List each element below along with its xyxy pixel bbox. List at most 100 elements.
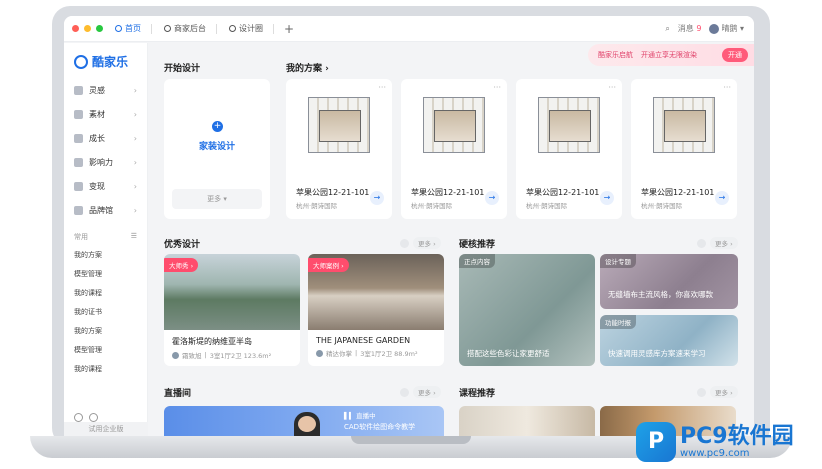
title-bar: 首页 商家后台 设计圈 + ⌕ 消息 9 晴鹅 ▾ [64,16,754,42]
more-options-icon[interactable]: ··· [723,83,731,92]
hardcore-card[interactable]: 正点内容 搭配这些色彩让家更舒适 [459,254,595,366]
live-card[interactable]: ▌▍ 直播中 CAD软件绘图命令教学 [164,406,444,436]
hardcore-tools: 更多 › [697,237,738,249]
excellent-tools: 更多 › [400,237,441,249]
more-options-icon[interactable]: ··· [378,83,386,92]
common-item-model-manage[interactable]: 模型管理 [64,265,147,284]
start-design-card: + 家装设计 更多 ▾ [164,79,270,219]
badge: 大师案例 › [308,258,349,272]
laptop-notch [351,436,471,444]
live-status: ▌▍ 直播中 [344,412,376,420]
tab-divider [273,23,274,34]
tab-divider [151,23,152,34]
design-card[interactable]: 大师秀 › 霍洛斯堤的纳维亚半岛 霜致旭 | 3室1厅2卫 123.6m² [164,254,300,366]
design-card[interactable]: 大师案例 › THE JAPANESE GARDEN 精达你掌 | 3室1厅2卫 8… [308,254,444,366]
refresh-icon[interactable] [400,238,409,248]
sidebar-nav: 灵感 › 素材 › 成长 › 影响力 › 变现 › 品牌馆 › [64,78,147,222]
hardcore-card[interactable]: 功能时报 快速调用灵感库方案速来学习 [600,315,738,366]
common-item-my-plans[interactable]: 我的方案 [64,246,147,265]
maximize-window-button[interactable] [96,25,103,32]
floor-plan-image [538,97,600,153]
watermark: P PC9软件园 www.pc9.com [636,422,794,462]
refresh-icon[interactable] [400,387,409,397]
tab-merchant[interactable]: 商家后台 [164,23,206,34]
chevron-down-icon: ▾ [739,24,744,33]
plan-card[interactable]: ··· 苹果公园12-21-101 杭州·朗诗国际 → [516,79,622,219]
common-item-my-courses[interactable]: 我的课程 [64,360,147,379]
start-design-title: 开始设计 [164,64,201,74]
refresh-icon[interactable] [697,387,706,397]
tab-design-circle[interactable]: 设计圈 [229,23,263,34]
messages-button[interactable]: 消息 9 [678,23,702,34]
excellent-more-button[interactable]: 更多 › [413,237,441,249]
minimize-window-button[interactable] [84,25,91,32]
close-window-button[interactable] [72,25,79,32]
common-section-header: 常用 ☰ [74,232,137,242]
common-item-my-certs[interactable]: 我的证书 [64,303,147,322]
refresh-icon[interactable] [697,238,706,248]
sidebar-item-growth[interactable]: 成长 › [64,126,147,150]
sidebar-footer-icons [74,413,98,422]
hardcore-card[interactable]: 设计专题 无缝墙布主流风格，你喜欢哪款 [600,254,738,309]
sidebar-item-influence[interactable]: 影响力 › [64,150,147,174]
plan-card[interactable]: ··· 苹果公园12-21-101 杭州·朗诗国际 → [631,79,737,219]
tab-divider [216,23,217,34]
chevron-right-icon: › [133,157,137,167]
store-icon [164,25,171,32]
avatar [316,349,323,357]
sidebar-item-inspiration[interactable]: 灵感 › [64,78,147,102]
live-description: CAD软件绘图命令教学 [344,423,416,431]
floor-plan-image [308,97,370,153]
chevron-right-icon: › [133,85,137,95]
badge: 大师秀 › [164,258,199,272]
arrow-right-icon[interactable]: → [715,191,729,205]
common-item-model-manage[interactable]: 模型管理 [64,341,147,360]
settings-icon[interactable] [89,413,98,422]
user-menu[interactable]: 晴鹅 ▾ [709,23,744,34]
more-options-icon[interactable]: ··· [493,83,501,92]
arrow-right-icon[interactable]: → [600,191,614,205]
money-icon [74,181,83,191]
arrow-right-icon[interactable]: → [370,191,384,205]
chevron-right-icon: › [133,181,137,191]
sidebar-item-brand[interactable]: 品牌馆 › [64,198,147,222]
more-design-button[interactable]: 更多 ▾ [172,189,262,209]
sidebar-item-monetize[interactable]: 变现 › [64,174,147,198]
diamond-icon [74,85,83,95]
design-meta: 霜致旭 | 3室1厅2卫 123.6m² [164,347,300,363]
chevron-right-icon: › [133,205,137,215]
common-item-my-plans[interactable]: 我的方案 [64,322,147,341]
plan-card[interactable]: ··· 苹果公园12-21-101 杭州·朗诗国际 → [286,79,392,219]
course-card[interactable] [459,406,595,436]
watermark-url: www.pc9.com [680,447,750,459]
logo-icon [74,54,88,69]
live-more-button[interactable]: 更多 › [413,386,441,398]
trial-enterprise-button[interactable]: 试用企业版 [64,422,148,436]
excellent-design-title: 优秀设计 [164,240,201,250]
sidebar: 酷家乐 灵感 › 素材 › 成长 › 影响力 › 变现 › 品牌馆 › 常用 ☰ 我的方案 模… [64,43,148,436]
main-content: 开始设计 + 家装设计 更多 ▾ 我的方案 › ··· 苹果公园12-21-10… [148,43,754,436]
chevron-right-icon: › [133,109,137,119]
floor-plan-image [653,97,715,153]
tab-home[interactable]: 首页 [115,23,141,34]
plan-card[interactable]: ··· 苹果公园12-21-101 杭州·朗诗国际 → [401,79,507,219]
new-tab-button[interactable]: + [284,22,294,36]
plus-icon[interactable]: + [212,121,223,132]
home-design-button[interactable]: 家装设计 [164,139,270,152]
help-icon[interactable] [74,413,83,422]
app-logo[interactable]: 酷家乐 [74,53,147,70]
more-options-icon[interactable]: ··· [608,83,616,92]
list-icon[interactable]: ☰ [131,232,137,242]
title-bar-right: ⌕ 消息 9 晴鹅 ▾ [665,23,754,34]
growth-icon [74,133,83,143]
search-icon[interactable]: ⌕ [665,24,669,34]
my-plans-title[interactable]: 我的方案 › [286,61,329,74]
arrow-right-icon[interactable]: → [485,191,499,205]
watermark-logo: P [636,422,676,462]
courses-more-button[interactable]: 更多 › [710,386,738,398]
hardcore-more-button[interactable]: 更多 › [710,237,738,249]
common-list: 我的方案 模型管理 我的课程 我的证书 我的方案 模型管理 我的课程 [64,246,147,379]
sidebar-item-materials[interactable]: 素材 › [64,102,147,126]
common-item-my-courses[interactable]: 我的课程 [64,284,147,303]
brand-icon [74,205,83,215]
